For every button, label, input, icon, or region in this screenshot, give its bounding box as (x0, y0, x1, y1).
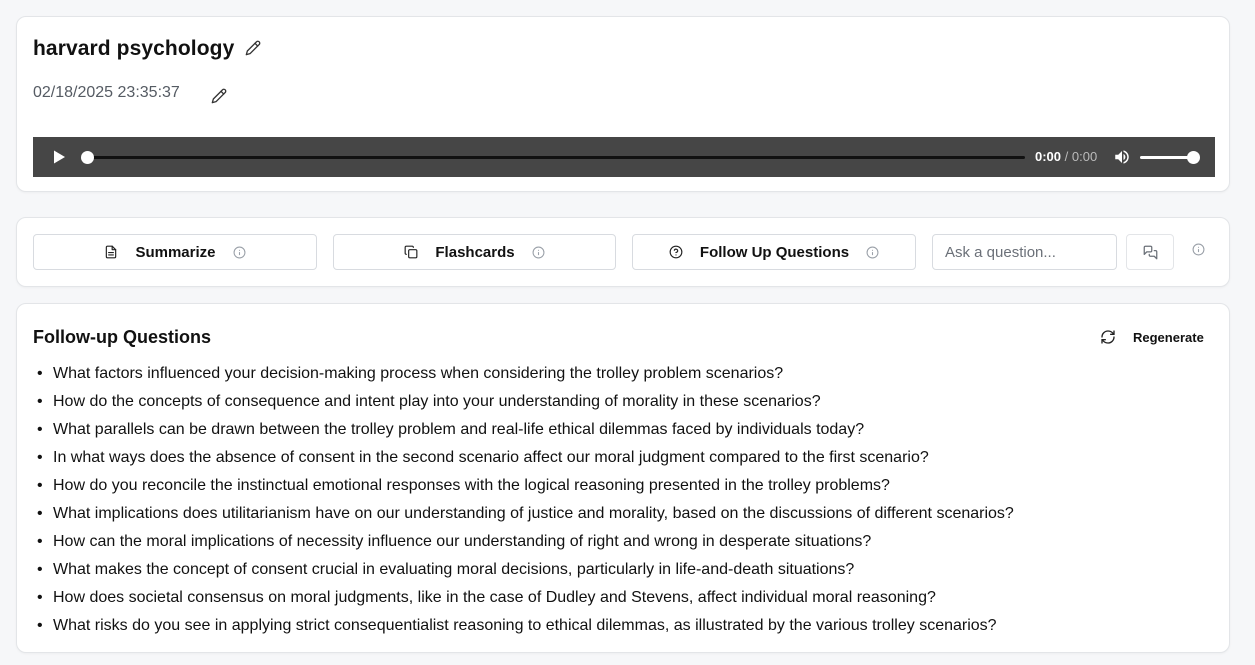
summarize-label: Summarize (135, 243, 216, 261)
question-text: How do you reconcile the instinctual emo… (53, 477, 890, 494)
play-icon[interactable] (51, 149, 67, 165)
regenerate-label: Regenerate (1133, 329, 1204, 345)
list-item: • What risks do you see in applying stric… (37, 613, 1014, 641)
message-icon (1143, 245, 1158, 260)
question-text: How do the concepts of consequence and i… (53, 393, 821, 410)
list-item: • How can the moral implications of neces… (37, 529, 1014, 557)
list-item: • How do the concepts of consequence and … (37, 389, 1014, 417)
seek-thumb[interactable] (81, 151, 94, 164)
seek-track[interactable] (87, 156, 1025, 159)
flashcards-label: Flashcards (435, 243, 515, 261)
regenerate-button[interactable]: Regenerate (1100, 326, 1204, 348)
edit-title-pencil-icon[interactable] (244, 39, 262, 57)
list-item: • What makes the concept of consent cruci… (37, 557, 1014, 585)
send-question-button[interactable] (1126, 234, 1174, 270)
question-text: How can the moral implications of necess… (53, 533, 872, 550)
actions-card: Summarize Flashcards Follow Up Questions (16, 217, 1230, 287)
audio-player: 0:00 / 0:00 (33, 137, 1215, 177)
follow-up-questions-button[interactable]: Follow Up Questions (632, 234, 916, 270)
volume-icon[interactable] (1113, 148, 1131, 166)
info-icon[interactable] (532, 246, 545, 259)
info-icon[interactable] (233, 246, 246, 259)
questions-list: • What factors influenced your decision-m… (37, 361, 1014, 641)
recording-header-card: harvard psychology 02/18/2025 23:35:37 0… (16, 16, 1230, 192)
copy-icon (404, 245, 418, 259)
list-item: • How does societal consensus on moral ju… (37, 585, 1014, 613)
follow-up-questions-card: Follow-up Questions Regenerate • What fac… (16, 303, 1230, 653)
ask-question-input[interactable] (932, 234, 1117, 270)
duration: 0:00 (1071, 149, 1098, 164)
summarize-button[interactable]: Summarize (33, 234, 317, 270)
time-separator: / (1061, 149, 1072, 164)
volume-track[interactable] (1140, 156, 1192, 159)
question-text: How does societal consensus on moral jud… (53, 589, 936, 606)
list-item: • In what ways does the absence of consen… (37, 445, 1014, 473)
info-icon[interactable] (866, 246, 879, 259)
follow-up-label: Follow Up Questions (699, 243, 850, 261)
question-text: What risks do you see in applying strict… (53, 617, 997, 634)
question-text: What factors influenced your decision-ma… (53, 365, 784, 382)
recording-date: 02/18/2025 23:35:37 (33, 84, 180, 101)
list-item: • What factors influenced your decision-m… (37, 361, 1014, 389)
refresh-icon (1100, 329, 1116, 345)
volume-thumb[interactable] (1187, 151, 1200, 164)
title-row: harvard psychology (33, 37, 234, 61)
document-icon (104, 245, 118, 259)
flashcards-button[interactable]: Flashcards (333, 234, 616, 270)
recording-title: harvard psychology (33, 37, 235, 60)
follow-up-title: Follow-up Questions (33, 327, 211, 347)
list-item: • What implications does utilitarianism h… (37, 501, 1014, 529)
question-text: What parallels can be drawn between the … (53, 421, 865, 438)
question-text: What makes the concept of consent crucia… (53, 561, 855, 578)
question-text: What implications does utilitarianism ha… (53, 505, 1014, 522)
list-item: • What parallels can be drawn between the… (37, 417, 1014, 445)
edit-date-pencil-icon[interactable] (210, 87, 228, 105)
help-circle-icon (669, 245, 683, 259)
time-display: 0:00 / 0:00 (1035, 149, 1097, 164)
list-item: • How do you reconcile the instinctual em… (37, 473, 1014, 501)
question-text: In what ways does the absence of consent… (53, 449, 929, 466)
current-time: 0:00 (1035, 149, 1062, 164)
info-icon[interactable] (1192, 243, 1205, 256)
